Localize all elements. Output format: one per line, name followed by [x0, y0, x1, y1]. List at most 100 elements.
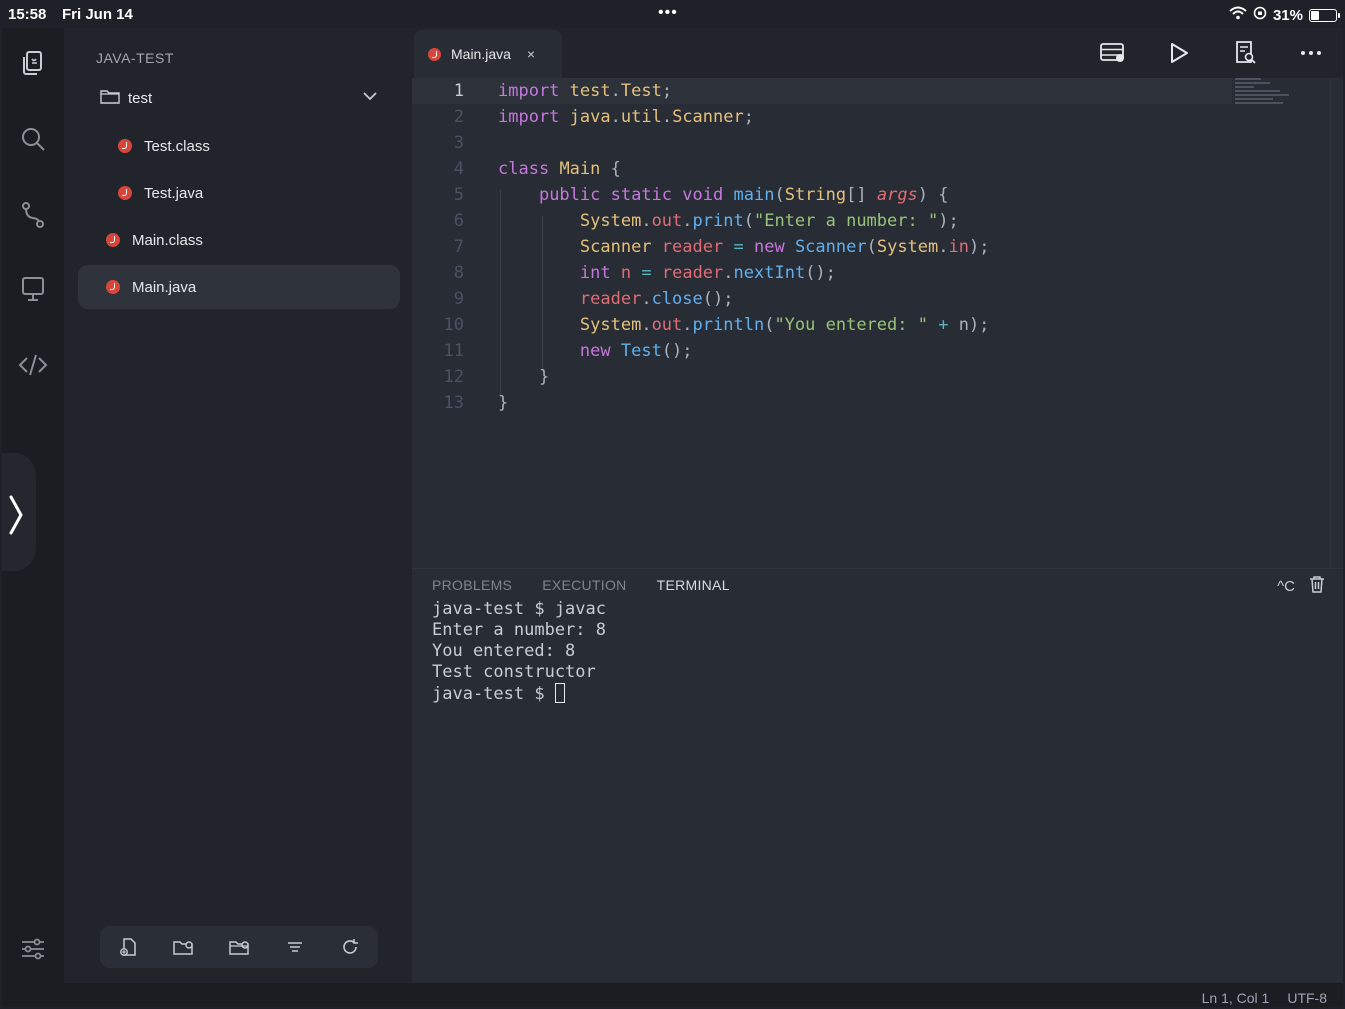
tree-item-label: Test.java [144, 184, 204, 202]
code-line: 7 Scanner reader = new Scanner(System.in… [412, 234, 1232, 260]
code-line: 9 reader.close(); [412, 286, 1232, 312]
editor-scrollbar[interactable] [1330, 78, 1331, 568]
code-line: 12 } [412, 364, 1232, 390]
terminal-cursor[interactable] [554, 683, 565, 703]
new-folder-alt-icon[interactable] [228, 936, 250, 958]
code-text: public static void main(String[] args) { [538, 185, 949, 205]
drawer-toggle-button[interactable] [2, 453, 36, 571]
java-file-icon [428, 47, 441, 61]
tree-item-test-folder[interactable]: test [78, 76, 400, 120]
tree-item-test-java[interactable]: Test.java [78, 171, 400, 215]
terminal-prompt-line: java-test $ [432, 683, 606, 705]
activity-bar [2, 28, 64, 983]
code-icon[interactable] [18, 350, 48, 380]
code-text: } [498, 367, 550, 387]
code-line: 10 System.out.println("You entered: " + … [412, 312, 1232, 338]
files-icon[interactable] [18, 48, 48, 78]
terminal-line: Test constructor [432, 662, 596, 682]
line-number: 9 [453, 289, 464, 309]
search-document-icon[interactable] [1231, 40, 1259, 66]
code-text: import test.Test; [498, 81, 673, 101]
code-line: 3 [412, 130, 1232, 156]
status-footer: Ln 1, Col 1 UTF-8 [2, 983, 1343, 1007]
terminal-line: You entered: 8 [432, 641, 576, 661]
status-bar: 15:58 Fri Jun 14 ••• 31% [2, 2, 1343, 28]
interrupt-button[interactable]: ^C [1277, 578, 1295, 595]
chevron-right-icon [9, 495, 23, 535]
java-file-icon [118, 186, 132, 200]
tree-item-label: Main.class [132, 231, 203, 249]
code-text: System.out.println("You entered: " + n); [579, 315, 990, 335]
battery-percent: 31% [1272, 6, 1303, 24]
code-text: import java.util.Scanner; [498, 107, 754, 127]
tree-item-test-class[interactable]: Test.class [78, 124, 400, 168]
code-line: 8 int n = reader.nextInt(); [412, 260, 1232, 286]
code-line: 4 class Main { [412, 156, 1232, 182]
editor-tab-bar: Main.java × [412, 28, 1343, 78]
code-text: int n = reader.nextInt(); [579, 263, 836, 283]
tree-item-label: Test.class [144, 137, 210, 155]
line-number: 7 [453, 237, 464, 257]
new-folder-icon[interactable] [172, 936, 194, 958]
tab-execution[interactable]: EXECUTION [542, 577, 626, 593]
file-encoding[interactable]: UTF-8 [1287, 990, 1327, 1006]
code-text: reader.close(); [579, 289, 734, 309]
tab-main-java[interactable]: Main.java × [414, 30, 562, 78]
line-number: 13 [443, 393, 464, 413]
trash-icon[interactable] [1309, 575, 1325, 597]
search-icon[interactable] [18, 124, 48, 154]
orientation-lock-icon [1253, 6, 1267, 24]
code-area[interactable]: 1 import test.Test; 2 import java.util.S… [412, 78, 1343, 568]
filter-icon[interactable] [284, 936, 306, 958]
line-number: 6 [453, 211, 464, 231]
line-number: 8 [453, 263, 464, 283]
status-date: Fri Jun 14 [62, 6, 133, 23]
line-number: 1 [453, 81, 464, 101]
java-file-icon [106, 280, 120, 294]
code-line: 11 new Test(); [412, 338, 1232, 364]
code-line: 2 import java.util.Scanner; [412, 104, 1232, 130]
terminal-output[interactable]: java-test $ javac Enter a number: 8 You en… [432, 599, 606, 705]
git-branch-icon[interactable] [18, 200, 48, 230]
refresh-icon[interactable] [339, 936, 361, 958]
new-file-icon[interactable] [117, 936, 139, 958]
terminal-line: Enter a number: 8 [432, 620, 606, 640]
tree-item-main-class[interactable]: Main.class [78, 218, 400, 262]
chevron-down-icon[interactable] [362, 88, 378, 104]
multitasking-dots-icon[interactable]: ••• [658, 4, 678, 22]
app-window: 15:58 Fri Jun 14 ••• 31% JAVA-TEST test … [2, 2, 1343, 1007]
close-icon[interactable]: × [527, 46, 535, 62]
line-number: 3 [453, 133, 464, 153]
tab-terminal[interactable]: TERMINAL [657, 577, 730, 593]
line-number: 12 [443, 367, 464, 387]
bottom-panel: PROBLEMS EXECUTION TERMINAL ^C java-test… [412, 568, 1343, 983]
line-number: 2 [453, 107, 464, 127]
code-text: } [498, 393, 509, 413]
run-icon[interactable] [1165, 40, 1193, 66]
code-text: class Main { [498, 159, 621, 179]
code-text: System.out.print("Enter a number: "); [579, 211, 959, 231]
tab-problems[interactable]: PROBLEMS [432, 577, 512, 593]
monitor-icon[interactable] [18, 274, 48, 304]
line-number: 10 [443, 315, 464, 335]
code-line: 13 } [412, 390, 1232, 416]
status-right: 31% [1229, 6, 1340, 24]
file-explorer: JAVA-TEST test Test.class Test.java Main… [64, 28, 412, 983]
tree-item-main-java[interactable]: Main.java [78, 265, 400, 309]
server-icon[interactable] [1099, 40, 1127, 66]
battery-icon [1309, 8, 1340, 22]
code-editor: Main.java × 1 import test.Test; 2 import… [412, 28, 1343, 568]
line-number: 4 [453, 159, 464, 179]
explorer-title: JAVA-TEST [96, 50, 174, 66]
cursor-position[interactable]: Ln 1, Col 1 [1202, 990, 1270, 1006]
minimap[interactable] [1235, 78, 1299, 108]
sliders-icon[interactable] [18, 934, 48, 964]
more-icon[interactable] [1297, 40, 1325, 66]
terminal-line: java-test $ javac [432, 599, 606, 619]
folder-icon [100, 88, 120, 108]
code-line: 5 public static void main(String[] args)… [412, 182, 1232, 208]
java-file-icon [118, 139, 132, 153]
tab-label: Main.java [451, 46, 511, 62]
code-line: 6 System.out.print("Enter a number: "); [412, 208, 1232, 234]
wifi-icon [1229, 6, 1247, 24]
